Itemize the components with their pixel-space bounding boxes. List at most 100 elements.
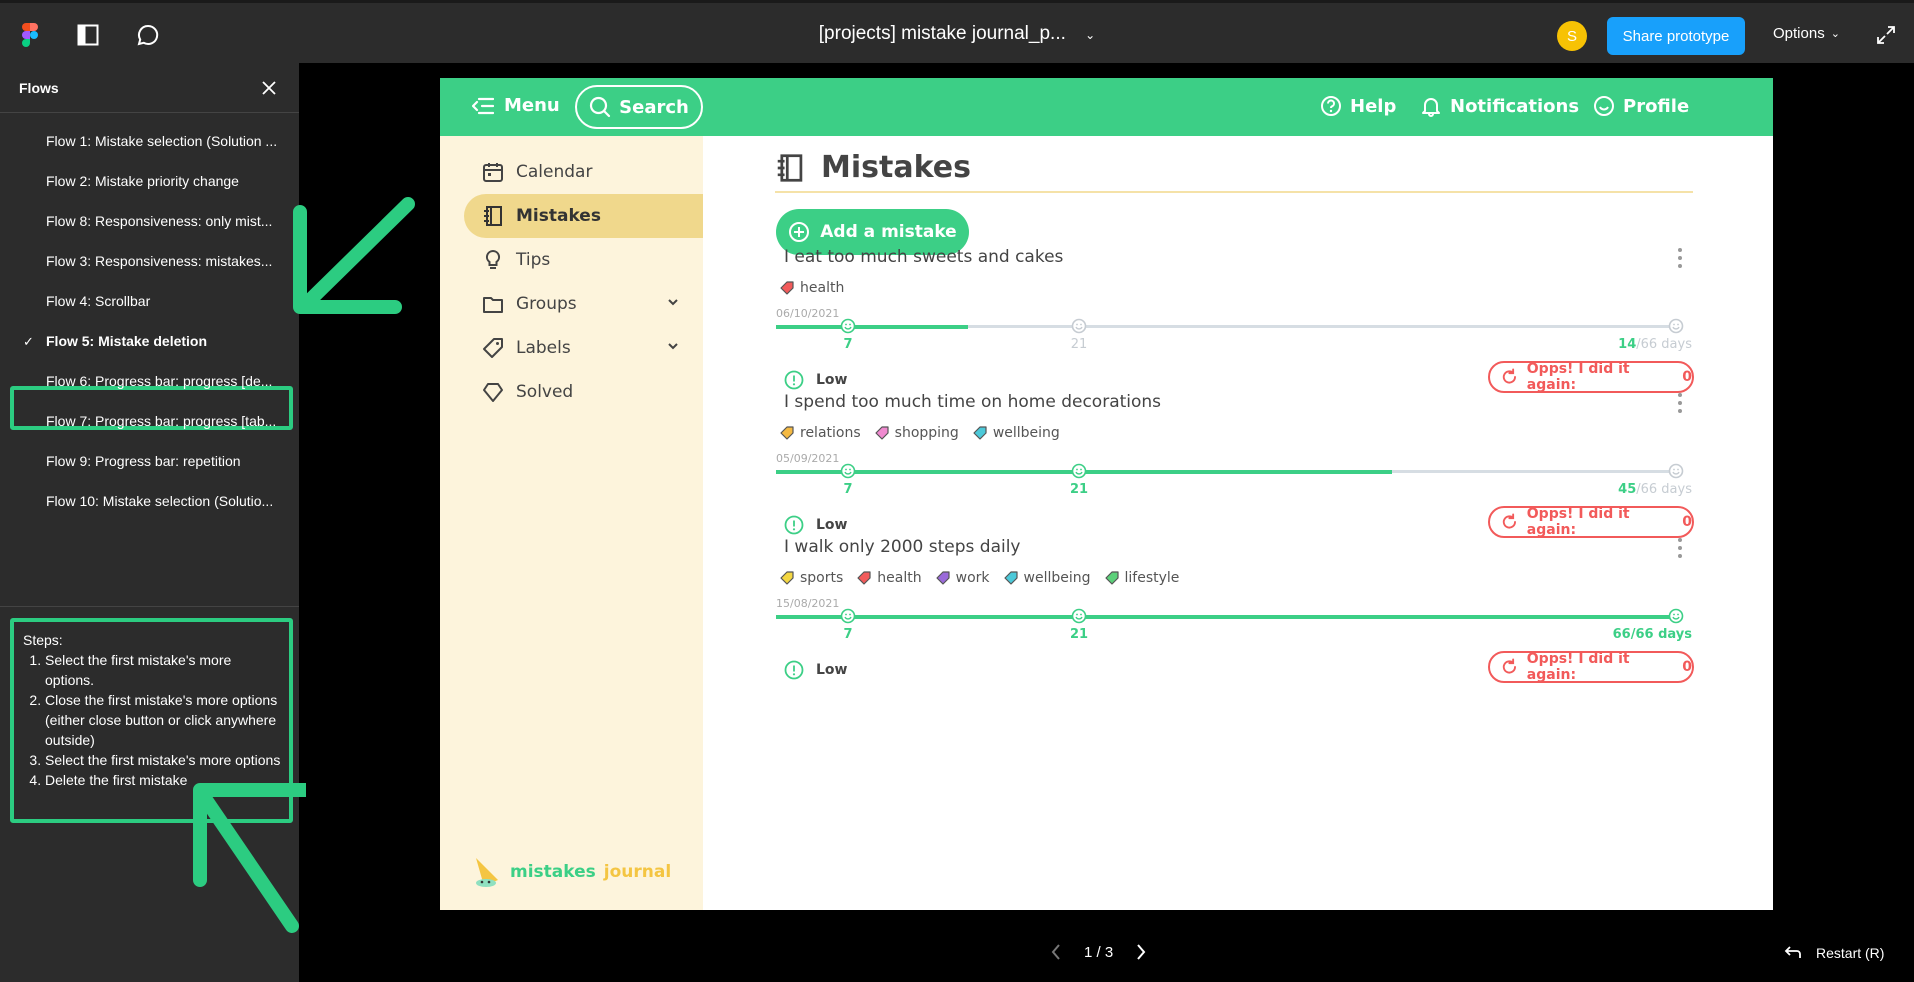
tag-icon bbox=[875, 426, 889, 440]
chevron-down-icon[interactable]: ⌄ bbox=[1085, 28, 1095, 42]
sidebar-item-mistakes[interactable]: Mistakes bbox=[464, 194, 703, 238]
menu-button[interactable]: Menu bbox=[472, 95, 560, 116]
profile-link[interactable]: Profile bbox=[1593, 95, 1689, 117]
sidebar-toggle-icon[interactable] bbox=[74, 21, 102, 49]
options-label: Options bbox=[1773, 25, 1825, 42]
label-name: sports bbox=[800, 570, 844, 586]
label-tag[interactable]: work bbox=[936, 570, 990, 586]
page-title: Mistakes bbox=[775, 150, 971, 185]
help-label: Help bbox=[1350, 95, 1397, 117]
mistake-title[interactable]: I walk only 2000 steps daily bbox=[784, 537, 1021, 557]
milestone-label: 21 bbox=[1069, 482, 1089, 497]
more-options-icon[interactable] bbox=[1676, 247, 1684, 269]
alert-circle-icon bbox=[784, 660, 804, 680]
flow-item-selected[interactable]: Flow 5: Mistake deletion bbox=[46, 333, 291, 349]
label-tag[interactable]: wellbeing bbox=[1003, 570, 1091, 586]
chevron-down-icon[interactable] bbox=[667, 342, 679, 350]
avatar[interactable]: S bbox=[1557, 21, 1587, 51]
restart-icon bbox=[1784, 946, 1801, 958]
progress-bar[interactable] bbox=[776, 463, 1684, 479]
divider bbox=[0, 606, 299, 607]
page-indicator: 1 / 3 bbox=[1084, 943, 1114, 961]
tag-icon bbox=[1003, 571, 1018, 585]
flow-item[interactable]: Flow 6: Progress bar: progress [de... bbox=[46, 373, 291, 389]
progress-fill bbox=[776, 614, 1679, 619]
sidebar-item-solved[interactable]: Solved bbox=[464, 370, 703, 414]
chevron-right-icon[interactable] bbox=[1135, 943, 1147, 961]
mistake-card[interactable]: I spend too much time on home decoration… bbox=[776, 382, 1696, 542]
calendar-icon bbox=[483, 163, 503, 182]
days-current: 66 bbox=[1612, 627, 1631, 642]
milestone-label: 21 bbox=[1069, 627, 1089, 642]
chevron-down-icon[interactable] bbox=[667, 298, 679, 306]
priority-indicator[interactable]: Low bbox=[784, 660, 847, 680]
close-icon[interactable] bbox=[259, 78, 279, 98]
label-name: health bbox=[800, 280, 845, 296]
label-name: relations bbox=[800, 425, 861, 441]
mistake-card[interactable]: I eat too much sweets and cakes health 0… bbox=[776, 237, 1696, 397]
tag-icon bbox=[936, 571, 950, 585]
mistake-title[interactable]: I eat too much sweets and cakes bbox=[784, 247, 1063, 267]
flow-item[interactable]: Flow 7: Progress bar: progress [tab... bbox=[46, 413, 291, 429]
notifications-label: Notifications bbox=[1450, 95, 1580, 117]
app-header: Menu Search Help Notifications Profile bbox=[440, 78, 1773, 136]
chevron-left-icon[interactable] bbox=[1050, 943, 1062, 961]
expand-icon[interactable] bbox=[1872, 21, 1900, 49]
sidebar-item-groups[interactable]: Groups bbox=[464, 282, 703, 326]
flow-item[interactable]: Flow 10: Mistake selection (Solutio... bbox=[46, 493, 291, 509]
label-tag[interactable]: shopping bbox=[875, 425, 959, 441]
progress-bar[interactable] bbox=[776, 608, 1684, 624]
figma-logo-icon[interactable] bbox=[16, 21, 44, 49]
notifications-link[interactable]: Notifications bbox=[1420, 95, 1579, 117]
label-tag[interactable]: health bbox=[857, 570, 922, 586]
smiley-icon bbox=[1071, 318, 1087, 334]
sidebar-item-labels[interactable]: Labels bbox=[464, 326, 703, 370]
mistake-card[interactable]: I walk only 2000 steps daily sports heal… bbox=[776, 527, 1696, 687]
label-tag[interactable]: lifestyle bbox=[1104, 570, 1180, 586]
folder-icon bbox=[483, 297, 503, 313]
milestone-label: 21 bbox=[1070, 337, 1088, 352]
sidebar-item-label: Tips bbox=[516, 250, 551, 270]
share-prototype-button[interactable]: Share prototype bbox=[1607, 17, 1745, 55]
comment-icon[interactable] bbox=[134, 21, 162, 49]
options-button[interactable]: Options ⌄ bbox=[1773, 25, 1840, 42]
flow-item[interactable]: Flow 4: Scrollbar bbox=[46, 293, 291, 309]
label-tag[interactable]: relations bbox=[780, 425, 861, 441]
milestone-label: 7 bbox=[843, 627, 853, 642]
chevron-down-icon: ⌄ bbox=[1830, 28, 1840, 40]
document-title-text[interactable]: [projects] mistake journal_p... bbox=[819, 23, 1066, 44]
label-tag[interactable]: wellbeing bbox=[973, 425, 1060, 441]
mistake-title[interactable]: I spend too much time on home decoration… bbox=[784, 392, 1161, 412]
label-tag[interactable]: health bbox=[780, 280, 844, 296]
label-tag[interactable]: sports bbox=[780, 570, 843, 586]
more-options-icon[interactable] bbox=[1676, 537, 1684, 559]
tag-icon bbox=[780, 426, 794, 440]
label-name: work bbox=[955, 570, 990, 586]
tag-icon bbox=[780, 571, 794, 585]
restart-button[interactable]: Restart (R) bbox=[1784, 945, 1884, 961]
flow-item[interactable]: Flow 8: Responsiveness: only mist... bbox=[46, 213, 291, 229]
labels-list: health bbox=[780, 280, 844, 296]
search-button[interactable]: Search bbox=[575, 85, 703, 129]
divider bbox=[775, 191, 1693, 193]
smiley-icon bbox=[840, 318, 856, 334]
sidebar-item-calendar[interactable]: Calendar bbox=[464, 150, 703, 194]
smiley-icon bbox=[840, 608, 856, 624]
flow-item[interactable]: Flow 3: Responsiveness: mistakes... bbox=[46, 253, 291, 269]
flow-item[interactable]: Flow 1: Mistake selection (Solution ... bbox=[46, 133, 291, 149]
more-options-icon[interactable] bbox=[1676, 392, 1684, 414]
label-name: lifestyle bbox=[1124, 570, 1180, 586]
flow-item[interactable]: Flow 9: Progress bar: repetition bbox=[46, 453, 291, 469]
priority-label: Low bbox=[816, 662, 848, 678]
page-title-text: Mistakes bbox=[821, 150, 971, 185]
sidebar-item-tips[interactable]: Tips bbox=[464, 238, 703, 282]
oops-button[interactable]: Opps! I did it again: 0 bbox=[1488, 651, 1694, 683]
notebook-icon bbox=[777, 153, 803, 182]
progress-bar[interactable] bbox=[776, 318, 1684, 334]
label-name: wellbeing bbox=[992, 425, 1060, 441]
laughing-icon bbox=[1668, 608, 1684, 624]
help-link[interactable]: Help bbox=[1320, 95, 1396, 117]
mistake-date: 05/09/2021 bbox=[776, 452, 840, 465]
labels-list: relations shopping wellbeing bbox=[780, 425, 1060, 441]
flow-item[interactable]: Flow 2: Mistake priority change bbox=[46, 173, 291, 189]
